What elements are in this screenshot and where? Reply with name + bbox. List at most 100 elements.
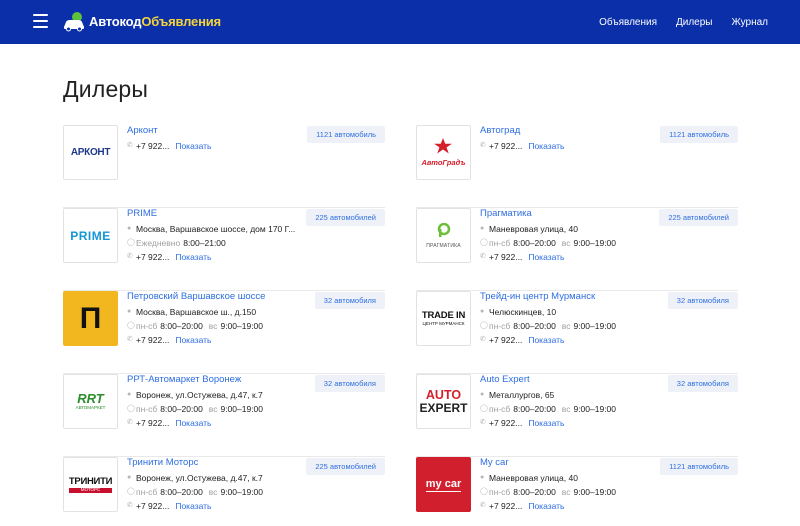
dealer-phone: ✆ +7 922... Показать — [480, 501, 565, 511]
car-count-badge[interactable]: 32 автомобиля — [314, 292, 385, 309]
nav-link-journal[interactable]: Журнал — [732, 17, 769, 28]
car-count-badge[interactable]: 32 автомобиля — [314, 375, 385, 392]
nav-link-ads[interactable]: Объявления — [599, 17, 657, 28]
dealer-card: TRADE IN ЦЕНТР МУРМАНСК Трейд-ин центр Мур… — [416, 291, 738, 374]
phone-icon: ✆ — [480, 336, 486, 343]
dealer-name-link[interactable]: Петровский Варшавское шоссе — [127, 291, 307, 303]
car-count-badge[interactable]: 225 автомобилей — [659, 209, 738, 226]
dealer-hours: ◯ пн-сб 8:00–20:00 вс 9:00–19:00 — [480, 404, 617, 414]
dealer-card: АвтоГрадъ Автоград ✆ +7 922... Показать 1121 … — [416, 125, 738, 208]
show-phone-link[interactable]: Показать — [175, 501, 211, 511]
dealer-card: ПРАГМАТИКА Прагматика ● Маневровая улица, 4… — [416, 208, 738, 291]
dealers-column-right: АвтоГрадъ Автоград ✆ +7 922... Показать 1121 … — [416, 125, 738, 526]
dealer-phone: ✆ +7 922... Показать — [127, 252, 212, 262]
dealer-logo[interactable]: my car — [416, 457, 471, 512]
dealer-logo[interactable]: ТРИНИТИ МОТОРС — [63, 457, 118, 512]
dealer-address: ● Маневровая улица, 40 — [480, 473, 578, 483]
dealer-card: АРКОНТ Арконт ✆ +7 922... Показать 1121 автом… — [63, 125, 385, 208]
dealer-name-link[interactable]: PRIME — [127, 208, 307, 220]
page-title: Дилеры — [63, 76, 149, 102]
show-phone-link[interactable]: Показать — [528, 418, 564, 428]
dealer-logo[interactable]: АвтоГрадъ — [416, 125, 471, 180]
dealer-logo[interactable]: TRADE IN ЦЕНТР МУРМАНСК — [416, 291, 471, 346]
dealer-phone: ✆ +7 922... Показать — [480, 418, 565, 428]
dealer-logo[interactable]: PRIME — [63, 208, 118, 263]
dealer-card: ТРИНИТИ МОТОРС Тринити Моторс ● Воронеж, ул.… — [63, 457, 385, 526]
dealer-address: ● Маневровая улица, 40 — [480, 224, 578, 234]
car-count-badge[interactable]: 1121 автомобиль — [660, 126, 738, 143]
dealer-hours: ◯ пн-сб 8:00–20:00 вс 9:00–19:00 — [127, 404, 264, 414]
dealer-name-link[interactable]: Трейд-ин центр Мурманск — [480, 291, 660, 303]
dealer-hours: ◯ пн-сб 8:00–20:00 вс 9:00–19:00 — [480, 487, 617, 497]
phone-icon: ✆ — [480, 142, 486, 149]
car-count-badge[interactable]: 225 автомобилей — [306, 209, 385, 226]
nav-link-dealers[interactable]: Дилеры — [676, 17, 713, 28]
dealer-address: ● Челюскинцев, 10 — [480, 307, 557, 317]
dealer-name-link[interactable]: Прагматика — [480, 208, 660, 220]
show-phone-link[interactable]: Показать — [528, 335, 564, 345]
dealer-logo[interactable]: ПРАГМАТИКА — [416, 208, 471, 263]
phone-icon: ✆ — [127, 502, 133, 509]
dealer-name-link[interactable]: Арконт — [127, 125, 307, 137]
location-pin-icon: ● — [480, 474, 485, 481]
dealer-hours: ◯ пн-сб 8:00–20:00 вс 9:00–19:00 — [480, 238, 617, 248]
car-count-badge[interactable]: 32 автомобиля — [667, 292, 738, 309]
dealer-logo[interactable]: АРКОНТ — [63, 125, 118, 180]
show-phone-link[interactable]: Показать — [175, 141, 211, 151]
dealer-logo[interactable]: AUTO EXPERT — [416, 374, 471, 429]
show-phone-link[interactable]: Показать — [175, 335, 211, 345]
phone-icon: ✆ — [480, 502, 486, 509]
show-phone-link[interactable]: Показать — [528, 252, 564, 262]
dealer-hours: ◯ пн-сб 8:00–20:00 вс 9:00–19:00 — [127, 321, 264, 331]
clock-icon: ◯ — [480, 322, 488, 329]
location-pin-icon: ● — [480, 308, 485, 315]
clock-icon: ◯ — [480, 239, 488, 246]
site-logo[interactable]: АвтокодОбъявления — [62, 8, 221, 34]
phone-icon: ✆ — [127, 419, 133, 426]
dealer-phone: ✆ +7 922... Показать — [127, 141, 212, 151]
phone-icon: ✆ — [480, 419, 486, 426]
dealer-address: ● Москва, Варшавское ш., д.150 — [127, 307, 257, 317]
dealer-name-link[interactable]: My car — [480, 457, 660, 469]
dealer-address: ● Воронеж, ул.Остужева, д.47, к.7 — [127, 390, 263, 400]
dealer-card: П Петровский Варшавское шоссе ● Москва, Вар… — [63, 291, 385, 374]
location-pin-icon: ● — [480, 391, 485, 398]
car-count-badge[interactable]: 225 автомобилей — [306, 458, 385, 475]
car-count-badge[interactable]: 1121 автомобиль — [307, 126, 385, 143]
car-count-badge[interactable]: 1121 автомобиль — [660, 458, 738, 475]
dealer-phone: ✆ +7 922... Показать — [480, 141, 565, 151]
dealer-card: AUTO EXPERT Auto Expert ● Металлургов, 65 ◯ пн… — [416, 374, 738, 457]
location-pin-icon: ● — [127, 225, 132, 232]
dealer-name-link[interactable]: Тринити Моторс — [127, 457, 307, 469]
dealer-card: RRT АВТОМАРКЕТ РРТ-Автомаркет Воронеж ● Воро… — [63, 374, 385, 457]
dealers-column-left: АРКОНТ Арконт ✆ +7 922... Показать 1121 автом… — [63, 125, 385, 526]
dealer-card: PRIME PRIME ● Москва, Варшавское шоссе, дом… — [63, 208, 385, 291]
location-pin-icon: ● — [480, 225, 485, 232]
car-count-badge[interactable]: 32 автомобиля — [667, 375, 738, 392]
dealer-address: ● Воронеж, ул.Остужева, д.47, к.7 — [127, 473, 263, 483]
dealer-logo[interactable]: RRT АВТОМАРКЕТ — [63, 374, 118, 429]
clock-icon: ◯ — [480, 405, 488, 412]
phone-icon: ✆ — [127, 253, 133, 260]
show-phone-link[interactable]: Показать — [528, 501, 564, 511]
location-pin-icon: ● — [127, 474, 132, 481]
dealer-address: ● Металлургов, 65 — [480, 390, 555, 400]
show-phone-link[interactable]: Показать — [528, 141, 564, 151]
clock-icon: ◯ — [480, 488, 488, 495]
dealer-name-link[interactable]: Автоград — [480, 125, 660, 137]
clock-icon: ◯ — [127, 322, 135, 329]
dealer-phone: ✆ +7 922... Показать — [127, 501, 212, 511]
dealer-phone: ✆ +7 922... Показать — [480, 335, 565, 345]
clock-icon: ◯ — [127, 488, 135, 495]
show-phone-link[interactable]: Показать — [175, 418, 211, 428]
dealer-name-link[interactable]: РРТ-Автомаркет Воронеж — [127, 374, 307, 386]
location-pin-icon: ● — [127, 308, 132, 315]
dealer-name-link[interactable]: Auto Expert — [480, 374, 660, 386]
show-phone-link[interactable]: Показать — [175, 252, 211, 262]
main-nav: Объявления Дилеры Журнал — [580, 0, 768, 44]
dealer-phone: ✆ +7 922... Показать — [480, 252, 565, 262]
hamburger-menu-icon[interactable] — [33, 14, 48, 28]
logo-text-primary: Автокод — [89, 13, 142, 29]
dealer-logo[interactable]: П — [63, 291, 118, 346]
dealer-hours: ◯ Ежедневно 8:00–21:00 — [127, 238, 226, 248]
